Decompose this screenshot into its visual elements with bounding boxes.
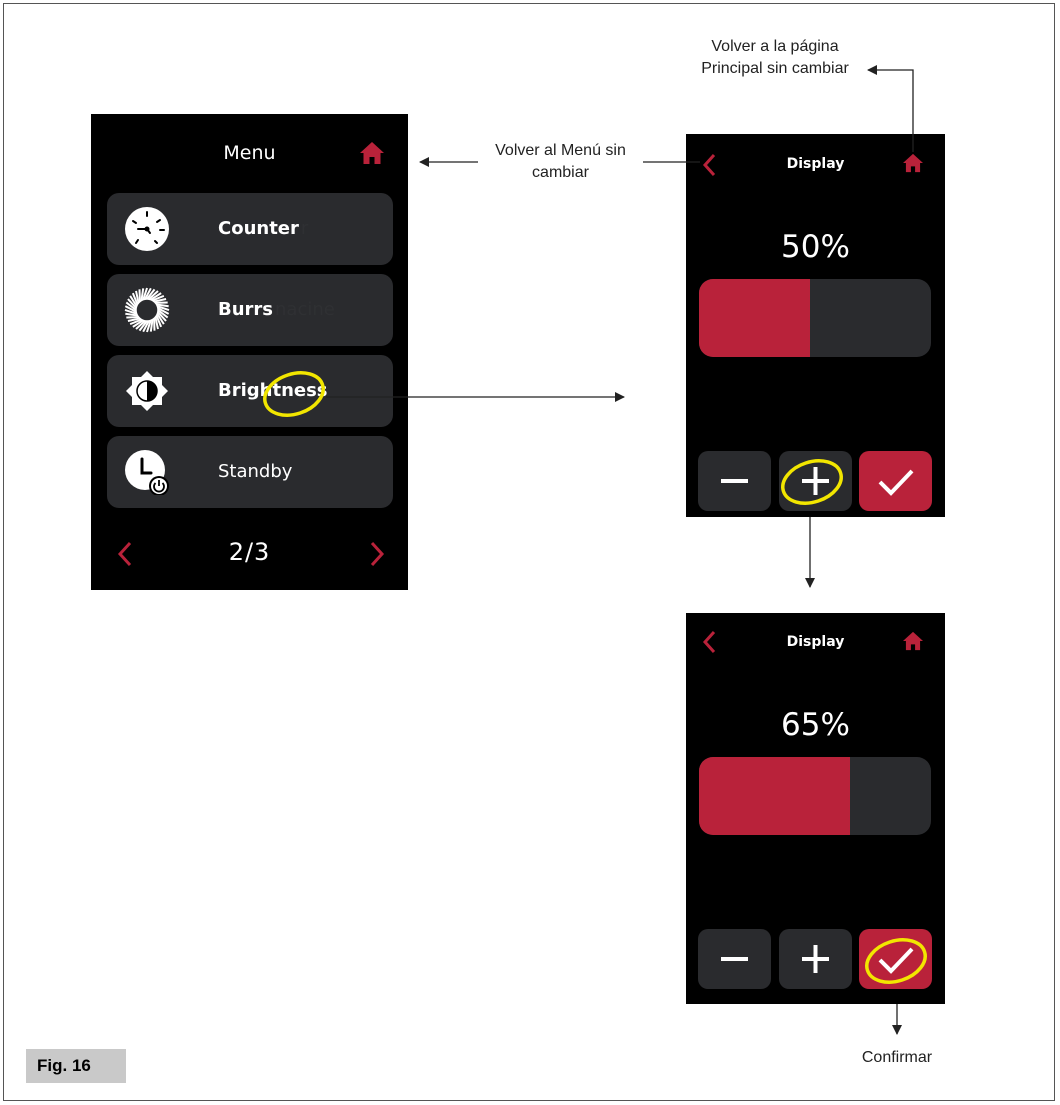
back-note: Volver al Menú sin cambiar [495, 142, 626, 181]
highlight-brightness [263, 371, 325, 417]
confirm-note: Confirmar [861, 1049, 933, 1066]
arrow-to-home-note [867, 65, 914, 152]
highlight-confirm [865, 938, 927, 984]
highlight-plus [781, 459, 843, 505]
figure-label: Fig. 16 [26, 1049, 126, 1083]
home-note: Volver a la página Principal sin cambiar [701, 38, 849, 77]
